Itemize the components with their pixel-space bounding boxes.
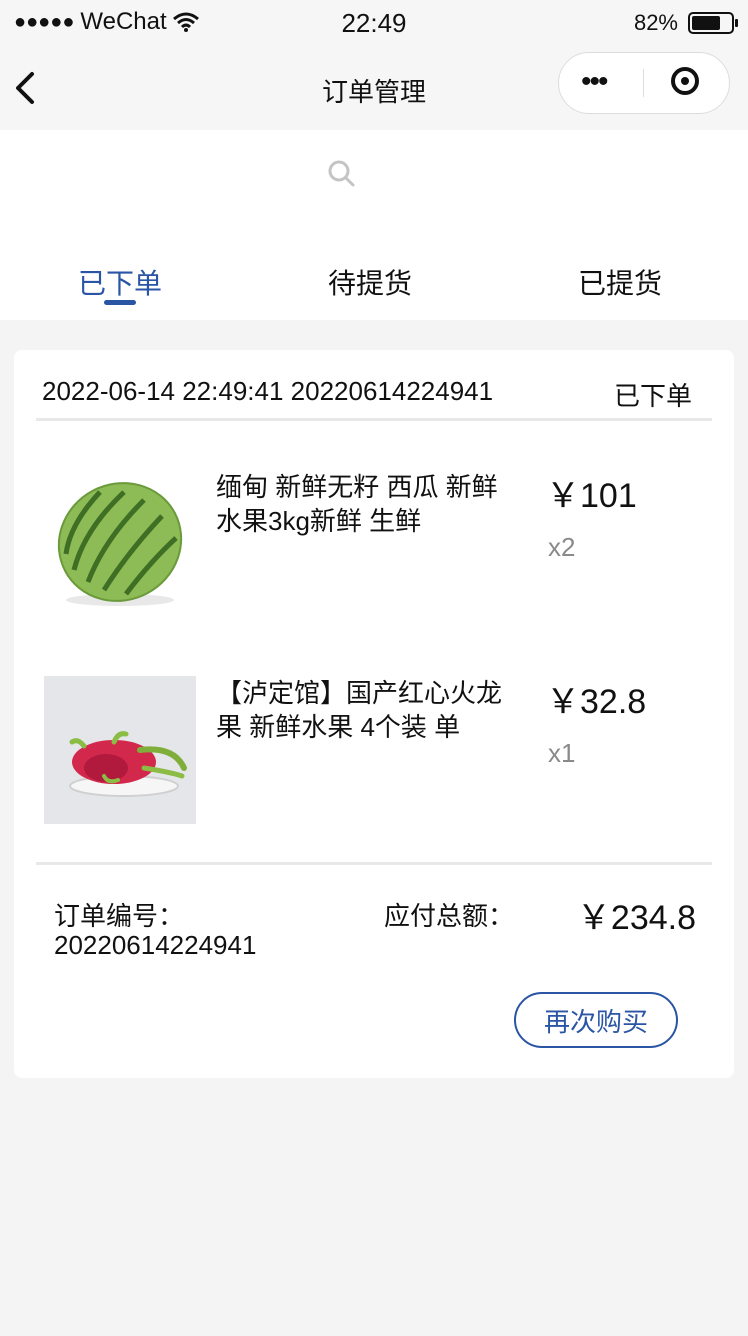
item-quantity: x1	[548, 738, 576, 768]
item-quantity: x2	[548, 532, 576, 562]
item-title[interactable]: 缅甸 新鲜无籽 西瓜 新鲜水果3kg新鲜 生鲜	[216, 470, 516, 538]
order-header: 2022-06-14 22:49:41 20220614224941	[42, 376, 494, 406]
total-amount: ￥234.8	[576, 899, 696, 937]
tab-picked-up[interactable]: 已提货	[578, 262, 662, 302]
item-price: ￥32.8	[546, 683, 647, 721]
order-number-value: 20220614224941	[54, 930, 257, 960]
battery-level	[692, 16, 720, 30]
divider	[36, 862, 712, 865]
capsule-divider	[643, 69, 644, 97]
order-card[interactable]: 2022-06-14 22:49:41 20220614224941 已下单 缅…	[14, 350, 734, 1078]
item-price: ￥101	[546, 477, 637, 515]
total-label: 应付总额：	[384, 901, 515, 931]
order-status: 已下单	[613, 381, 692, 411]
order-tabs: 已下单 待提货 已提货	[0, 240, 748, 320]
battery-percent: 82%	[633, 10, 678, 35]
mini-program-capsule: •••	[558, 52, 730, 114]
buy-again-button[interactable]: 再次购买	[514, 992, 678, 1048]
tab-pending-pickup[interactable]: 待提货	[328, 262, 412, 302]
item-title[interactable]: 【泸定馆】国产红心火龙果 新鲜水果 4个装 单	[216, 676, 516, 744]
dragon-fruit-icon	[69, 731, 187, 797]
active-tab-indicator	[104, 300, 136, 305]
status-right: 82%	[633, 10, 738, 36]
search-area[interactable]	[0, 130, 748, 240]
divider	[36, 418, 712, 421]
order-number-label: 订单编号：	[54, 901, 185, 931]
close-target-icon[interactable]	[671, 67, 699, 95]
search-icon[interactable]	[326, 158, 356, 188]
more-icon[interactable]: •••	[581, 67, 608, 97]
battery-icon	[688, 12, 738, 34]
dragon-fruit-image[interactable]	[44, 676, 196, 824]
watermelon-image[interactable]	[44, 470, 196, 618]
status-bar: ●●●●● WeChat 22:49 82%	[0, 0, 748, 48]
tab-ordered[interactable]: 已下单	[78, 262, 162, 302]
watermelon-icon	[57, 482, 183, 606]
nav-bar: 订单管理 •••	[0, 48, 748, 130]
